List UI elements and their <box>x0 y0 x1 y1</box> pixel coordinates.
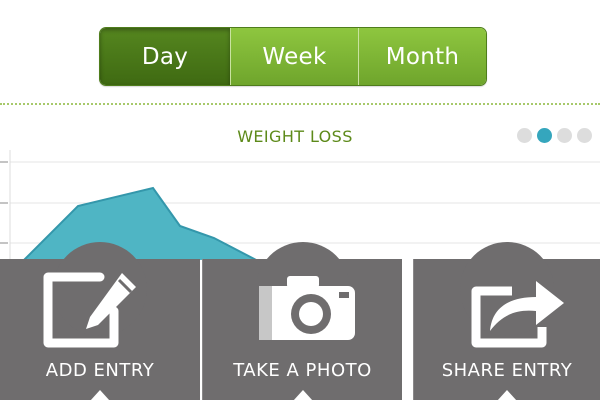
week-tab[interactable]: Week <box>230 28 358 85</box>
take-photo-button[interactable]: TAKE A PHOTO <box>202 242 402 401</box>
chart-area-series <box>22 186 259 260</box>
dotted-divider <box>0 103 600 105</box>
camera-icon <box>259 276 355 340</box>
page-dot-active[interactable] <box>537 128 552 143</box>
share-entry-button[interactable]: SHARE ENTRY <box>413 242 600 401</box>
add-entry-button[interactable]: ADD ENTRY <box>0 242 200 401</box>
page-dot[interactable] <box>557 128 572 143</box>
share-icon <box>471 281 564 348</box>
chart-page-indicator[interactable] <box>517 128 592 143</box>
caret-indicator <box>292 390 313 401</box>
page-dot[interactable] <box>517 128 532 143</box>
range-segmented-control: Day Week Month <box>99 27 487 86</box>
month-tab[interactable]: Month <box>358 28 486 85</box>
edit-icon <box>43 272 136 348</box>
day-tab[interactable]: Day <box>100 28 230 85</box>
add-entry-label: ADD ENTRY <box>45 360 155 381</box>
caret-indicator <box>90 390 110 401</box>
take-photo-label: TAKE A PHOTO <box>233 360 372 381</box>
chart-title: WEIGHT LOSS <box>237 127 353 146</box>
page-dot[interactable] <box>577 128 592 143</box>
caret-indicator <box>497 390 517 401</box>
share-entry-label: SHARE ENTRY <box>441 360 573 381</box>
